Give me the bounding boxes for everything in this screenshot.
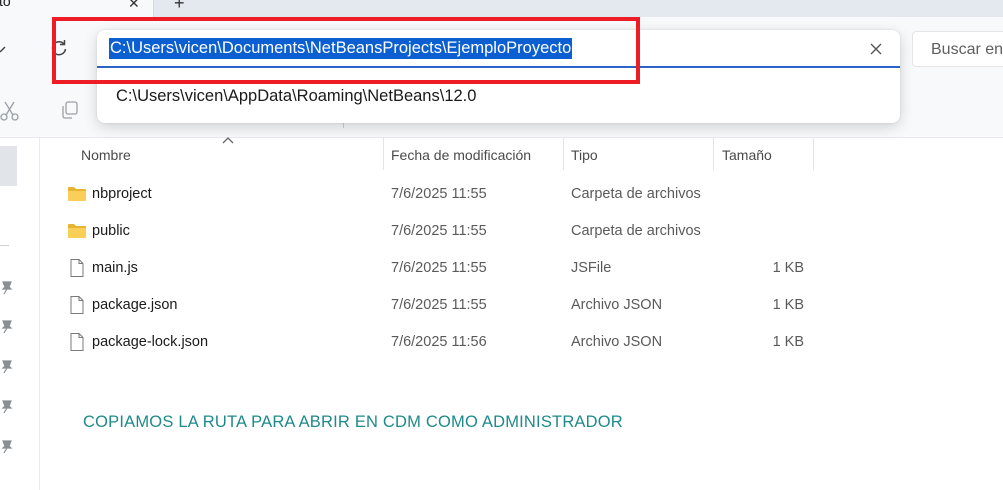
- column-header-label: Tipo: [571, 147, 598, 163]
- column-divider[interactable]: [813, 138, 814, 170]
- file-type: Carpeta de archivos: [571, 186, 701, 202]
- folder-icon: [68, 187, 86, 201]
- file-icon: [70, 296, 84, 314]
- suggestion-text: C:\Users\vicen\AppData\Roaming\NetBeans\…: [116, 87, 477, 105]
- file-type: Archivo JSON: [571, 297, 663, 313]
- file-date: 7/6/2025 11:55: [391, 186, 487, 202]
- scissors-icon[interactable]: [0, 100, 20, 122]
- refresh-icon[interactable]: [48, 37, 70, 59]
- address-suggestion[interactable]: C:\Users\vicen\AppData\Roaming\NetBeans\…: [97, 80, 900, 114]
- pin-icon[interactable]: [0, 318, 14, 334]
- column-header-size[interactable]: Tamaño: [714, 138, 813, 170]
- file-date: 7/6/2025 11:55: [391, 260, 487, 276]
- close-icon[interactable]: [867, 40, 885, 58]
- chevron-up-icon[interactable]: [0, 39, 10, 59]
- file-date: 7/6/2025 11:56: [391, 334, 487, 350]
- address-dropdown: C:\Users\vicen\Documents\NetBeansProject…: [97, 30, 900, 123]
- pin-icon[interactable]: [0, 398, 14, 414]
- tab-title: to: [0, 0, 11, 9]
- copy-icon[interactable]: [60, 100, 80, 120]
- file-row[interactable]: package-lock.json 7/6/2025 11:56 Archivo…: [60, 324, 820, 361]
- file-explorer-window: to ✕ + Buscar en C:\Users\vicen\Document…: [0, 0, 1003, 490]
- file-date: 7/6/2025 11:55: [391, 297, 487, 313]
- search-input[interactable]: Buscar en: [912, 31, 1003, 67]
- file-date: 7/6/2025 11:55: [391, 223, 487, 239]
- tab-strip: to ✕ +: [0, 0, 1003, 17]
- tab-explorer[interactable]: to ✕: [0, 0, 154, 17]
- file-size: 1 KB: [772, 297, 804, 313]
- sidebar-selected-item[interactable]: [0, 146, 17, 186]
- file-size: 1 KB: [772, 334, 804, 350]
- close-icon[interactable]: ✕: [128, 0, 142, 10]
- column-header-label: Tamaño: [722, 147, 772, 163]
- file-icon: [70, 259, 84, 277]
- file-name: main.js: [92, 260, 138, 276]
- column-header-label: Nombre: [81, 147, 131, 163]
- address-value[interactable]: C:\Users\vicen\Documents\NetBeansProject…: [109, 38, 573, 59]
- navigation-pane: [0, 138, 40, 490]
- file-name: nbproject: [92, 186, 152, 202]
- column-header-date[interactable]: Fecha de modificación: [384, 138, 563, 170]
- pin-icon[interactable]: [0, 438, 14, 454]
- column-header-label: Fecha de modificación: [391, 147, 532, 163]
- search-placeholder: Buscar en: [931, 41, 1003, 58]
- file-icon: [70, 333, 84, 351]
- column-header-type[interactable]: Tipo: [564, 138, 713, 170]
- address-input[interactable]: C:\Users\vicen\Documents\NetBeansProject…: [97, 30, 900, 68]
- pin-icon[interactable]: [0, 358, 14, 374]
- file-type: JSFile: [571, 260, 612, 276]
- file-type: Carpeta de archivos: [571, 223, 701, 239]
- file-row[interactable]: nbproject 7/6/2025 11:55 Carpeta de arch…: [60, 176, 820, 213]
- file-row[interactable]: package.json 7/6/2025 11:55 Archivo JSON…: [60, 287, 820, 324]
- pin-icon[interactable]: [0, 279, 14, 295]
- file-size: 1 KB: [772, 260, 804, 276]
- annotation-text: COPIAMOS LA RUTA PARA ABRIR EN CDM COMO …: [83, 413, 623, 431]
- folder-icon: [68, 224, 86, 238]
- sidebar-divider: [0, 245, 9, 246]
- new-tab-icon[interactable]: +: [174, 0, 190, 12]
- file-type: Archivo JSON: [571, 334, 663, 350]
- file-row[interactable]: main.js 7/6/2025 11:55 JSFile 1 KB: [60, 250, 820, 287]
- file-name: package.json: [92, 297, 178, 313]
- file-row[interactable]: public 7/6/2025 11:55 Carpeta de archivo…: [60, 213, 820, 250]
- file-name: package-lock.json: [92, 334, 209, 350]
- file-name: public: [92, 223, 130, 239]
- column-header-name[interactable]: Nombre: [60, 138, 383, 170]
